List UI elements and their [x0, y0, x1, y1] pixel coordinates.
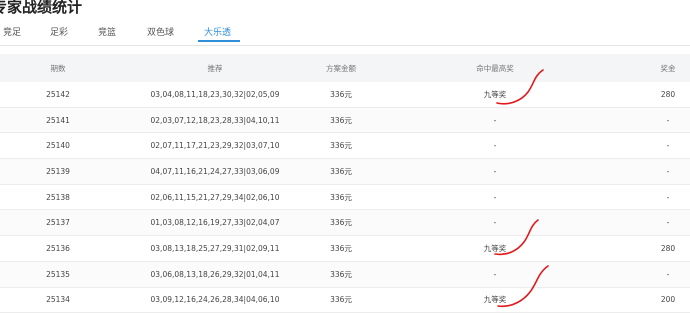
tab-zucai[interactable]: 足彩 [50, 25, 68, 38]
tabs-divider [0, 45, 690, 46]
cell-recommend: 03,06,08,13,18,26,29,32|01,04,11 [150, 269, 280, 279]
cell-issue: 25134 [46, 295, 70, 305]
cell-recommend: 02,06,11,15,21,27,29,34|02,06,10 [150, 192, 280, 202]
tab-jingzu[interactable]: 竞足 [3, 25, 21, 38]
cell-amount: 336元 [330, 115, 352, 125]
table-row: 25139 04,07,11,16,21,24,27,33|03,06,09 336… [0, 159, 690, 185]
page-title: 专家战绩统计 [0, 0, 83, 16]
cell-recommend: 02,07,11,17,21,23,29,32|03,07,10 [150, 141, 280, 151]
header-prize: 奖金 [660, 63, 676, 73]
cell-hit: - [493, 166, 497, 176]
cell-issue: 25142 [46, 89, 70, 99]
active-tab-indicator [198, 40, 240, 42]
cell-amount: 336元 [330, 243, 352, 253]
cell-recommend: 03,04,08,11,18,23,30,32|02,05,09 [150, 89, 280, 99]
cell-issue: 25141 [46, 115, 70, 125]
table-row: 25140 02,07,11,17,21,23,29,32|03,07,10 336… [0, 133, 690, 160]
table-row: 25134 03,09,12,16,24,26,28,34|04,06,10 336… [0, 287, 690, 313]
header-recommend: 推荐 [207, 63, 223, 73]
cell-prize: - [666, 192, 670, 202]
cell-hit: 九等奖 [483, 243, 507, 253]
cell-prize: - [666, 141, 670, 151]
cell-prize: 280 [660, 89, 676, 99]
cell-amount: 336元 [330, 295, 352, 305]
table-body: 25142 03,04,08,11,18,23,30,32|02,05,09 336… [0, 82, 690, 313]
cell-amount: 336元 [330, 166, 352, 176]
cell-hit: - [493, 269, 497, 279]
cell-amount: 336元 [330, 218, 352, 228]
cell-recommend: 03,09,12,16,24,26,28,34|04,06,10 [150, 295, 280, 305]
header-amount: 方案金额 [326, 63, 356, 73]
cell-hit: - [493, 115, 497, 125]
cell-recommend: 04,07,11,16,21,24,27,33|03,06,09 [150, 166, 280, 176]
cell-recommend: 03,08,13,18,25,27,29,31|02,09,11 [150, 243, 280, 253]
cell-issue: 25138 [46, 192, 70, 202]
cell-issue: 25139 [46, 166, 70, 176]
table-row: 25136 03,08,13,18,25,27,29,31|02,09,11 336… [0, 236, 690, 262]
cell-amount: 336元 [330, 269, 352, 279]
cell-prize: - [666, 218, 670, 228]
record-table: 期数 推荐 方案金额 命中最高奖 奖金 25142 03,04,08,11,18,… [0, 54, 690, 313]
cell-amount: 336元 [330, 141, 352, 151]
cell-issue: 25135 [46, 269, 70, 279]
table-row: 25141 02,03,07,12,18,23,28,33|04,10,11 336… [0, 107, 690, 134]
cell-issue: 25137 [46, 218, 70, 228]
cell-hit: 九等奖 [483, 295, 507, 305]
tab-shuangseqiu[interactable]: 双色球 [147, 25, 174, 38]
cell-prize: - [666, 269, 670, 279]
table-row: 25142 03,04,08,11,18,23,30,32|02,05,09 336… [0, 82, 690, 108]
table-row: 25138 02,06,11,15,21,27,29,34|02,06,10 336… [0, 184, 690, 211]
cell-recommend: 02,03,07,12,18,23,28,33|04,10,11 [150, 115, 280, 125]
cell-amount: 336元 [330, 192, 352, 202]
table-row: 25137 01,03,08,12,16,19,27,33|02,04,07 336… [0, 210, 690, 237]
cell-recommend: 01,03,08,12,16,19,27,33|02,04,07 [150, 218, 280, 228]
table-row: 25135 03,06,08,13,18,26,29,32|01,04,11 336… [0, 261, 690, 288]
header-hit: 命中最高奖 [476, 63, 514, 73]
tab-jinglan[interactable]: 竞篮 [98, 25, 116, 38]
cell-amount: 336元 [330, 89, 352, 99]
cell-prize: - [666, 115, 670, 125]
lottery-tabs: 竞足 足彩 竞篮 双色球 大乐透 [0, 20, 690, 42]
header-issue: 期数 [50, 63, 66, 73]
cell-prize: - [666, 166, 670, 176]
cell-prize: 280 [660, 243, 676, 253]
cell-issue: 25140 [46, 141, 70, 151]
cell-hit: 九等奖 [483, 89, 507, 99]
table-header: 期数 推荐 方案金额 命中最高奖 奖金 [0, 54, 690, 82]
cell-hit: - [493, 141, 497, 151]
cell-hit: - [493, 192, 497, 202]
cell-prize: 200 [660, 295, 676, 305]
cell-issue: 25136 [46, 243, 70, 253]
tab-daletou[interactable]: 大乐透 [204, 25, 231, 38]
cell-hit: - [493, 218, 497, 228]
